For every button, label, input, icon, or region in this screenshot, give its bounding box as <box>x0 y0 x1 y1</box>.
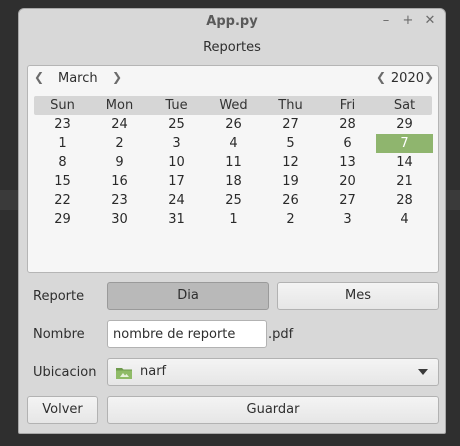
calendar-day[interactable]: 18 <box>205 172 262 191</box>
calendar-day[interactable]: 26 <box>205 115 262 134</box>
calendar-day[interactable]: 24 <box>148 191 205 210</box>
calendar-day[interactable]: 20 <box>319 172 376 191</box>
app-window: App.py – + ✕ Reportes ❮ March ❯ ❮ 2020 ❯… <box>18 8 446 434</box>
folder-icon <box>116 368 132 379</box>
calendar-day[interactable]: 24 <box>91 115 148 134</box>
calendar-day[interactable]: 31 <box>148 210 205 229</box>
calendar-day[interactable]: 11 <box>205 153 262 172</box>
save-button[interactable]: Guardar <box>107 396 439 424</box>
calendar-day[interactable]: 4 <box>376 210 433 229</box>
calendar-day[interactable]: 2 <box>262 210 319 229</box>
weekday-label: Fri <box>339 98 356 113</box>
prev-month-icon[interactable]: ❮ <box>32 70 46 84</box>
calendar-day[interactable]: 27 <box>319 191 376 210</box>
back-button[interactable]: Volver <box>27 396 98 424</box>
calendar-day[interactable]: 28 <box>319 115 376 134</box>
name-label: Nombre <box>33 327 85 342</box>
month-label: March <box>58 71 98 86</box>
calendar-day[interactable]: 17 <box>148 172 205 191</box>
year-label: 2020 <box>390 71 424 86</box>
weekday-label: Thu <box>278 98 303 113</box>
calendar-day[interactable]: 21 <box>376 172 433 191</box>
pdf-suffix: .pdf <box>268 327 294 342</box>
next-year-icon[interactable]: ❯ <box>422 70 436 84</box>
calendar-day[interactable]: 30 <box>91 210 148 229</box>
calendar-day[interactable]: 9 <box>91 153 148 172</box>
titlebar[interactable]: App.py – + ✕ <box>19 9 445 35</box>
calendar-day[interactable]: 23 <box>34 115 91 134</box>
day-toggle-button[interactable]: Dia <box>107 282 269 310</box>
location-label: Ubicacion <box>33 365 97 380</box>
next-month-icon[interactable]: ❯ <box>110 70 124 84</box>
page-title: Reportes <box>203 40 261 55</box>
calendar-day[interactable]: 10 <box>148 153 205 172</box>
calendar-day[interactable]: 15 <box>34 172 91 191</box>
minimize-icon[interactable]: – <box>379 13 393 29</box>
maximize-icon[interactable]: + <box>401 13 415 29</box>
location-dropdown[interactable]: narf <box>107 358 439 386</box>
calendar-day[interactable]: 2 <box>91 134 148 153</box>
calendar-day[interactable]: 1 <box>34 134 91 153</box>
chevron-down-icon <box>418 369 428 375</box>
calendar-day[interactable]: 19 <box>262 172 319 191</box>
calendar-day[interactable]: 3 <box>319 210 376 229</box>
report-name-input[interactable] <box>107 320 267 348</box>
calendar-day[interactable]: 16 <box>91 172 148 191</box>
calendar-day[interactable]: 1 <box>205 210 262 229</box>
calendar-day[interactable]: 12 <box>262 153 319 172</box>
calendar-day[interactable]: 13 <box>319 153 376 172</box>
calendar: ❮ March ❯ ❮ 2020 ❯ Sun Mon Tue Wed Thu Fri Sat… <box>27 65 439 273</box>
calendar-day[interactable]: 26 <box>262 191 319 210</box>
location-value: narf <box>140 364 167 379</box>
close-icon[interactable]: ✕ <box>423 13 437 29</box>
month-toggle-button[interactable]: Mes <box>277 282 439 310</box>
calendar-day[interactable]: 8 <box>34 153 91 172</box>
calendar-day[interactable]: 14 <box>376 153 433 172</box>
calendar-day[interactable]: 23 <box>91 191 148 210</box>
calendar-day[interactable]: 4 <box>205 134 262 153</box>
calendar-day[interactable]: 5 <box>262 134 319 153</box>
calendar-day[interactable]: 25 <box>148 115 205 134</box>
weekday-label: Tue <box>165 98 188 113</box>
calendar-day[interactable]: 6 <box>319 134 376 153</box>
calendar-day[interactable]: 25 <box>205 191 262 210</box>
calendar-day[interactable]: 27 <box>262 115 319 134</box>
weekday-label: Sun <box>50 98 75 113</box>
weekday-label: Sat <box>393 98 416 113</box>
report-label: Reporte <box>33 289 85 304</box>
calendar-day[interactable]: 28 <box>376 191 433 210</box>
calendar-day[interactable]: 29 <box>34 210 91 229</box>
calendar-day[interactable]: 3 <box>148 134 205 153</box>
calendar-day[interactable]: 29 <box>376 115 433 134</box>
weekday-label: Mon <box>105 98 134 113</box>
calendar-day[interactable]: 22 <box>34 191 91 210</box>
weekday-label: Wed <box>219 98 248 113</box>
prev-year-icon[interactable]: ❮ <box>374 70 388 84</box>
calendar-day[interactable]: 7 <box>376 134 433 153</box>
